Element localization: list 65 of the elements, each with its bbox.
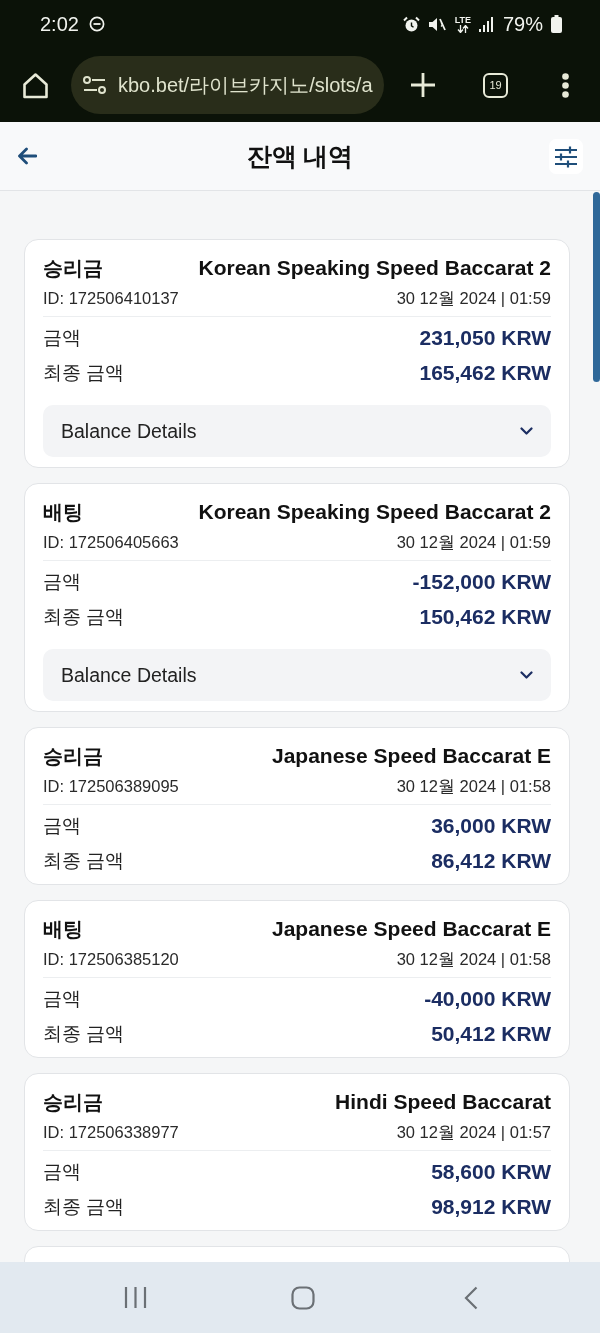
transaction-type: 승리금: [43, 1090, 103, 1115]
amount-value: 58,600 KRW: [431, 1159, 551, 1185]
amount-label: 최종 금액: [43, 361, 125, 385]
network-type: LTE: [454, 15, 471, 25]
transaction-type: 승리금: [43, 744, 103, 769]
battery-percent: 79%: [502, 12, 543, 36]
transaction-id: ID: 172506410137: [43, 288, 179, 309]
transaction-id: ID: 172506338977: [43, 1122, 179, 1143]
filter-icon[interactable]: [549, 138, 583, 174]
amount-label: 최종 금액: [43, 1195, 125, 1219]
amount-label: 최종 금액: [43, 605, 125, 629]
amount-value: 98,912 KRW: [431, 1194, 551, 1220]
site-settings-icon[interactable]: [83, 76, 106, 94]
game-name: Korean Speaking Speed Baccarat 2: [198, 499, 551, 525]
back-icon[interactable]: [464, 1285, 478, 1310]
game-name: Hindi Speed Baccarat: [335, 1089, 551, 1115]
transaction-id: ID: 172506389095: [43, 776, 179, 797]
tab-count-button[interactable]: 19: [483, 72, 508, 98]
transaction-id: ID: 172506405663: [43, 532, 179, 553]
transaction-type: 승리금: [43, 256, 103, 281]
transaction-date: 30 12월 2024 | 01:58: [396, 949, 551, 970]
game-name: Korean Speaking Speed Baccarat 2: [198, 255, 551, 281]
amount-value: 231,050 KRW: [419, 325, 551, 351]
transaction-date: 30 12월 2024 | 01:57: [396, 1122, 551, 1143]
amount-label: 최종 금액: [43, 849, 125, 873]
home-icon[interactable]: [22, 71, 49, 99]
game-name: Japanese Speed Baccarat E: [272, 916, 551, 942]
transaction-date: 30 12월 2024 | 01:59: [396, 532, 551, 553]
amount-value: 50,412 KRW: [431, 1021, 551, 1047]
address-bar[interactable]: kbo.bet/라이브카지노/slots/a: [71, 56, 384, 114]
transaction-id: ID: 172506385120: [43, 949, 179, 970]
data-arrows-icon: [456, 24, 469, 33]
amount-label: 금액: [43, 987, 81, 1011]
battery-icon: [551, 15, 562, 33]
amount-value: 36,000 KRW: [431, 813, 551, 839]
transaction-type: 배팅: [43, 917, 83, 942]
amount-value: 165,462 KRW: [419, 360, 551, 386]
amount-value: 86,412 KRW: [431, 848, 551, 874]
recent-apps-icon[interactable]: [123, 1286, 147, 1309]
amount-value: 150,462 KRW: [419, 604, 551, 630]
alarm-icon: [402, 15, 420, 33]
transaction-date: 30 12월 2024 | 01:58: [396, 776, 551, 797]
back-arrow-icon[interactable]: [17, 147, 37, 165]
balance-details-button[interactable]: Balance Details: [43, 405, 551, 457]
do-not-disturb-icon: [88, 16, 105, 32]
more-menu-icon[interactable]: [562, 72, 569, 98]
signal-icon: [478, 16, 493, 32]
amount-label: 금액: [43, 1160, 81, 1184]
amount-label: 최종 금액: [43, 1022, 125, 1046]
amount-label: 금액: [43, 814, 81, 838]
clock-time: 2:02: [40, 12, 79, 36]
chevron-down-icon: [520, 671, 533, 679]
home-button-icon[interactable]: [291, 1285, 315, 1310]
chevron-down-icon: [520, 427, 533, 435]
amount-label: 금액: [43, 326, 81, 350]
plus-icon[interactable]: [411, 73, 435, 97]
game-name: Japanese Speed Baccarat E: [272, 743, 551, 769]
page-title: 잔액 내역: [246, 140, 354, 172]
amount-label: 금액: [43, 570, 81, 594]
amount-value: -152,000 KRW: [412, 569, 551, 595]
transaction-type: 배팅: [43, 500, 83, 525]
balance-details-button[interactable]: Balance Details: [43, 649, 551, 701]
transaction-date: 30 12월 2024 | 01:59: [396, 288, 551, 309]
amount-value: -40,000 KRW: [424, 986, 551, 1012]
mute-icon: [427, 15, 447, 33]
